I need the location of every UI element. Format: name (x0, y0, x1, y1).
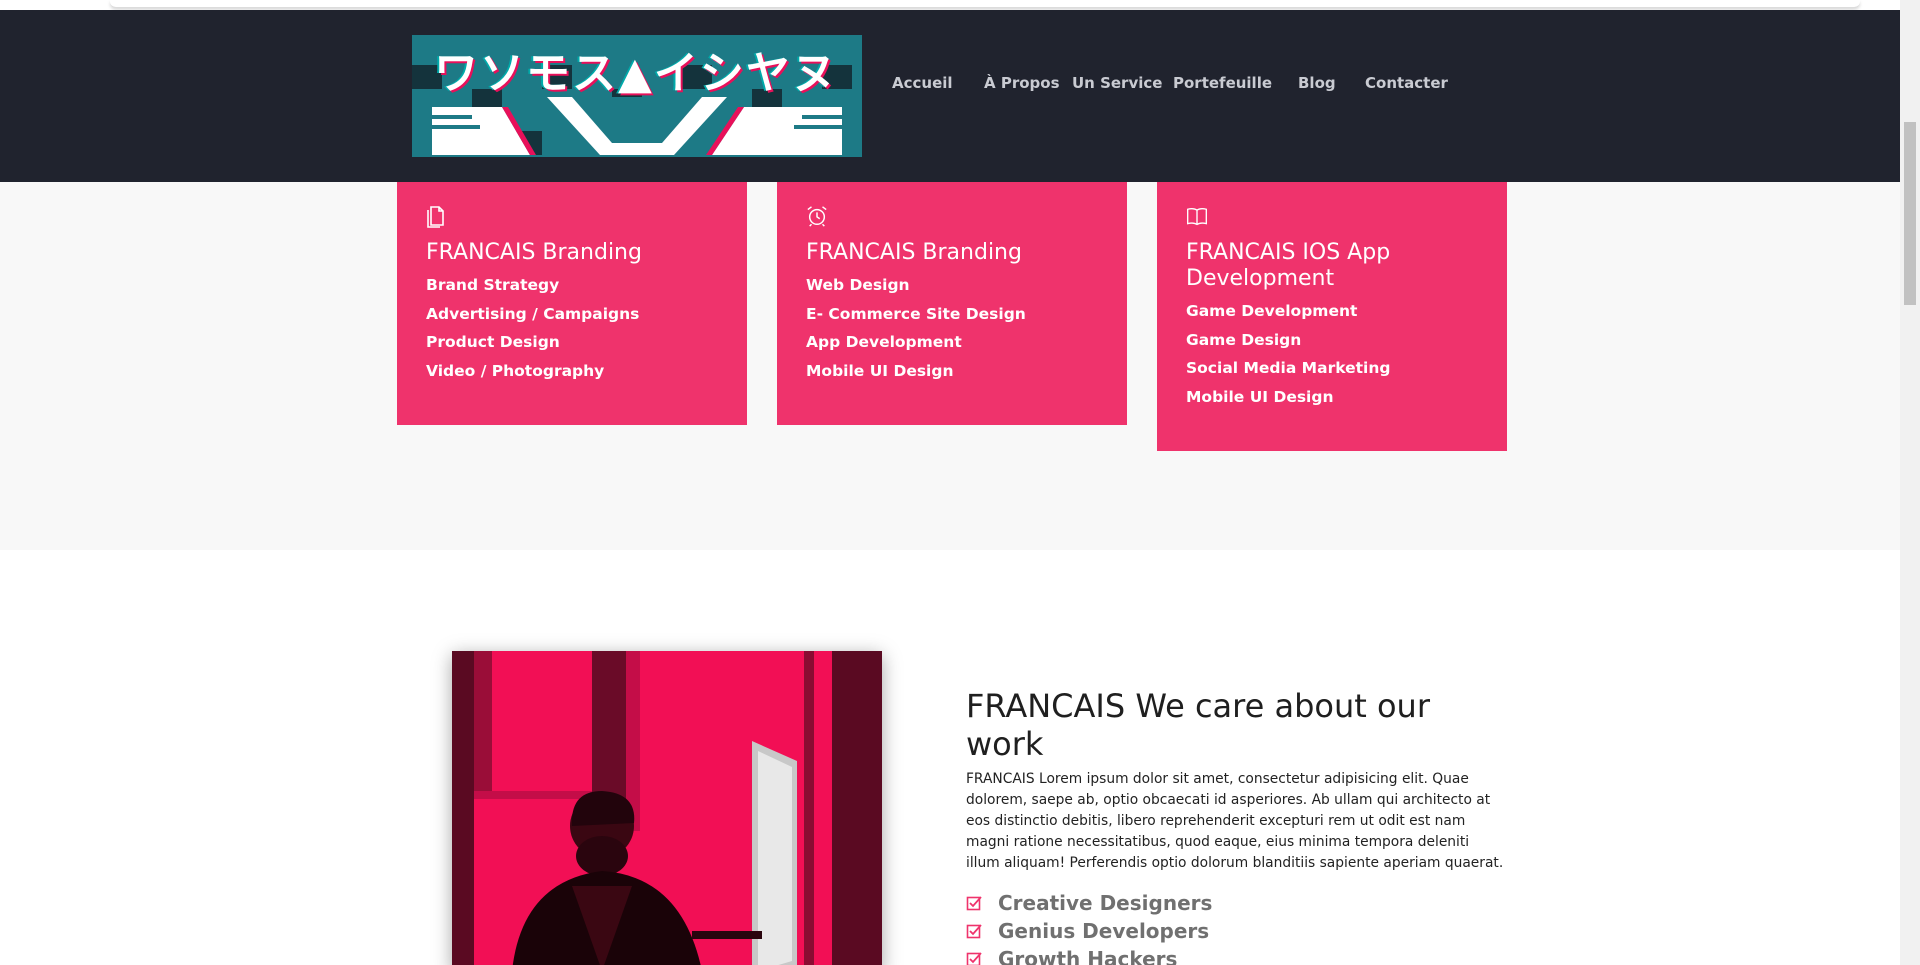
feature-list: Creative Designers Genius Developers Gro… (966, 889, 1212, 965)
services-section: FRANCAIS Branding Brand Strategy Adverti… (0, 182, 1900, 550)
service-item: Web Design (806, 276, 910, 294)
open-book-icon (1187, 208, 1207, 226)
feature-label: Creative Designers (998, 891, 1213, 915)
nav-contacter[interactable]: Contacter (1365, 70, 1465, 96)
main-nav: Accueil À Propos Un Service Portefeuille… (892, 70, 1465, 96)
about-title: FRANCAIS We care about our work (966, 687, 1430, 763)
site-header: ワソモス▲イシヤヌ Accueil À Propos Un Service Po… (0, 10, 1900, 182)
person-at-computer-image (452, 651, 882, 965)
nav-accueil[interactable]: Accueil (892, 70, 984, 96)
team-photo (452, 651, 882, 965)
service-card-title: FRANCAIS Branding (806, 240, 1022, 265)
about-description: FRANCAIS Lorem ipsum dolor sit amet, con… (966, 771, 1504, 871)
service-item: Game Design (1186, 330, 1302, 349)
checkbox-checked-icon (966, 952, 982, 965)
nav-a-propos[interactable]: À Propos (984, 70, 1072, 96)
service-item: Social Media Marketing (1186, 359, 1391, 377)
feature-item: Growth Hackers (966, 945, 1212, 965)
logo-emblem-graphic (432, 97, 842, 155)
service-card-web[interactable]: FRANCAIS Branding Web Design E- Commerce… (777, 182, 1127, 425)
service-item: Mobile UI Design (806, 361, 954, 380)
nav-un-service[interactable]: Un Service (1072, 70, 1173, 96)
service-item: Brand Strategy (426, 276, 560, 294)
checkbox-checked-icon (966, 924, 982, 939)
service-item: App Development (806, 333, 962, 351)
service-item: Mobile UI Design (1186, 387, 1334, 406)
service-item: Video / Photography (426, 361, 605, 380)
service-item: Advertising / Campaigns (426, 304, 640, 323)
service-card-ios[interactable]: FRANCAIS IOS App Development Game Develo… (1157, 182, 1507, 451)
feature-label: Genius Developers (998, 919, 1210, 943)
service-card-title: FRANCAIS Branding (426, 240, 642, 265)
feature-label: Growth Hackers (998, 947, 1178, 965)
service-item: Product Design (426, 333, 560, 351)
service-item: E- Commerce Site Design (806, 304, 1026, 323)
nav-portefeuille[interactable]: Portefeuille (1173, 70, 1298, 96)
service-card-title: FRANCAIS IOS App Development (1186, 240, 1391, 291)
feature-item: Creative Designers (966, 889, 1212, 917)
alarm-clock-icon (807, 206, 827, 227)
browser-top-strip (0, 0, 1900, 10)
about-section: FRANCAIS We care about our work FRANCAIS… (0, 550, 1900, 965)
service-card-branding[interactable]: FRANCAIS Branding Brand Strategy Adverti… (397, 182, 747, 425)
site-logo[interactable]: ワソモス▲イシヤヌ (412, 35, 862, 157)
feature-item: Genius Developers (966, 917, 1212, 945)
nav-blog[interactable]: Blog (1298, 70, 1365, 96)
scrollbar-thumb[interactable] (1904, 122, 1916, 305)
service-item: Game Development (1186, 302, 1358, 320)
document-icon (427, 206, 444, 228)
top-overlay-bar (110, 0, 1860, 8)
checkbox-checked-icon (966, 896, 982, 911)
